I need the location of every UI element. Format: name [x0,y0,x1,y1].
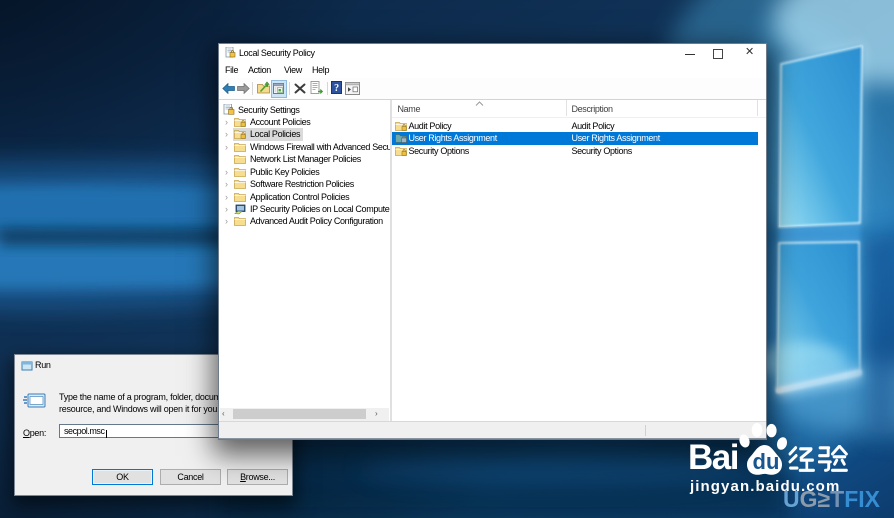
svg-text:?: ? [334,83,339,94]
